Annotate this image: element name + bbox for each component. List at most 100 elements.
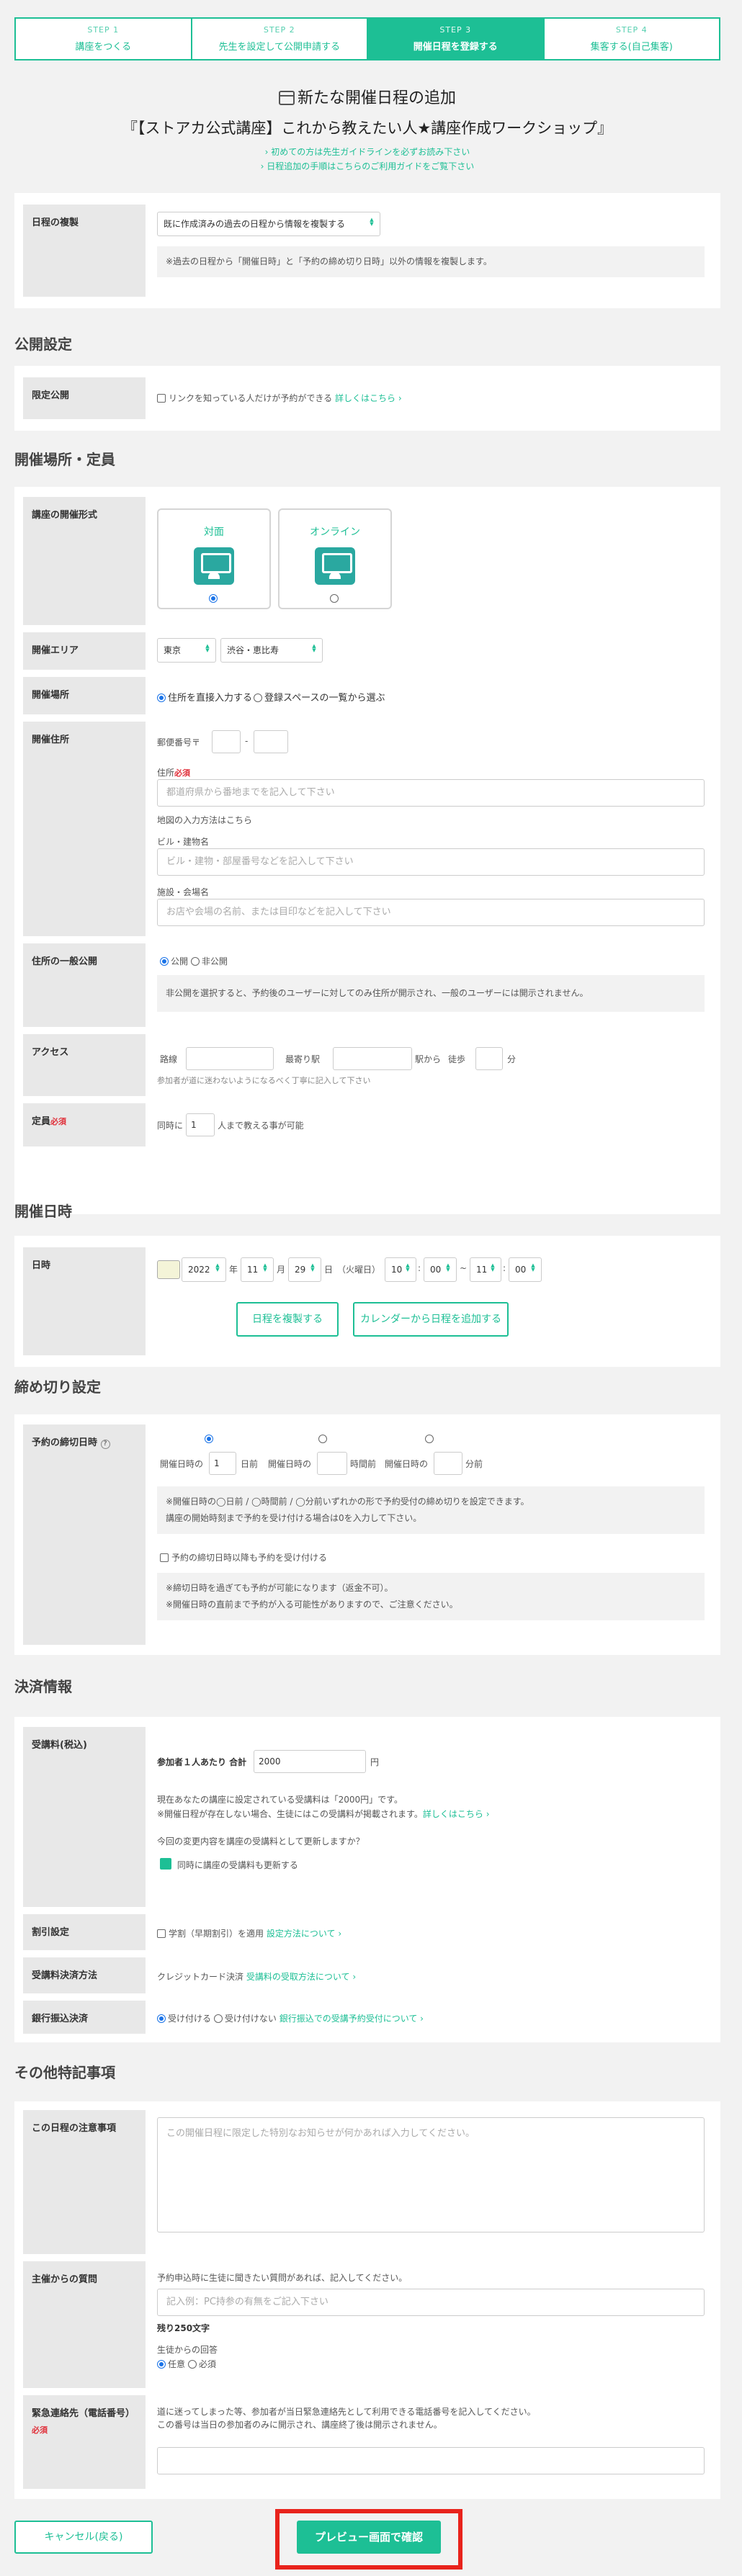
fee-input[interactable]: 2000	[254, 1750, 366, 1773]
deadline-prefix: 開催日時の	[385, 1459, 429, 1469]
question-description: 予約申込時に生徒に聞きたい質問があれば、記入してください。	[157, 2273, 408, 2283]
notes-textarea[interactable]: この開催日程に限定した特別なお知らせが何かあれば入力してください。	[157, 2117, 705, 2232]
calendar-picker-icon[interactable]	[157, 1260, 180, 1279]
credit-card-text: クレジットカード決済	[157, 1972, 244, 1982]
disclosure-public-radio[interactable]	[160, 957, 169, 966]
update-course-fee-option[interactable]: 同時に講座の受講料も更新する	[160, 1858, 298, 1871]
update-question: 今回の変更内容を講座の受講料として更新しますか？	[157, 1836, 365, 1846]
emergency-phone-input[interactable]	[157, 2447, 705, 2474]
answer-optional-radio[interactable]	[157, 2360, 166, 2369]
bank-reject-radio[interactable]	[213, 2014, 223, 2023]
station-input[interactable]	[333, 1047, 412, 1070]
limited-public-option[interactable]: リンクを知っている人だけが予約ができる 詳しくはこちら ›	[157, 392, 402, 404]
deadline-card: 予約の締切日時 ? 開催日時の 1 日前 開催日時の 時間前 開催日時の 分前 …	[14, 1414, 720, 1655]
preview-button[interactable]: プレビュー画面で確認	[297, 2521, 441, 2554]
step-4[interactable]: STEP 4 集客する(自己集客)	[545, 19, 720, 59]
format-label: 講座の開催形式	[23, 497, 146, 625]
calendar-icon	[278, 91, 295, 105]
usage-guide-link[interactable]: › 日程追加の手順はこちらのご利用ガイドをご覧下さい	[14, 160, 720, 172]
limited-public-label: 限定公開	[23, 377, 146, 419]
step-2[interactable]: STEP 2 先生を設定して公開申請する	[192, 19, 368, 59]
end-hour-select[interactable]: 11	[470, 1257, 501, 1282]
fee-details-link[interactable]: 詳しくはこちら	[423, 1809, 483, 1819]
place-direct-radio[interactable]	[157, 694, 166, 702]
step-3[interactable]: STEP 3 開催日程を登録する	[368, 19, 545, 59]
copy-schedule-select[interactable]: 既に作成済みの過去の日程から情報を複製する	[157, 212, 380, 236]
datetime-row: 日時 2022 年 11 月 29 日 （火曜日） 10 : 00 ~ 11 :…	[23, 1247, 712, 1355]
postal-code-second[interactable]	[254, 730, 288, 753]
deadline-prefix: 開催日時の	[268, 1459, 312, 1469]
accept-after-deadline-checkbox[interactable]	[160, 1553, 169, 1562]
area-city-select[interactable]: 渋谷・恵比寿	[220, 638, 323, 663]
place-row: 開催場所 住所を直接入力する 登録スペースの一覧から選ぶ	[23, 677, 712, 714]
station-label: 最寄り駅	[285, 1054, 321, 1064]
answer-required-radio[interactable]	[187, 2360, 197, 2369]
section-heading-venue: 開催場所・定員	[14, 451, 115, 468]
payment-method-row: 受講料決済方法 クレジットカード決済 受講料の受取方法について ›	[23, 1957, 712, 1993]
deadline-days-input[interactable]: 1	[209, 1452, 236, 1475]
fee-note-default: ※開催日程が存在しない場合、生徒にはこの受講料が掲載されます。詳しくはこちら ›	[157, 1809, 490, 1819]
deadline-days-radio[interactable]	[205, 1435, 213, 1443]
start-hour-select[interactable]: 10	[385, 1257, 416, 1282]
limited-public-checkbox[interactable]	[157, 394, 166, 403]
bank-transfer-options: 受け付ける 受け付けない 銀行振込での受講予約受付について ›	[157, 2012, 424, 2024]
required-badge: 必須	[174, 768, 191, 778]
step-number: STEP 3	[439, 25, 472, 35]
format-option-inperson[interactable]: 対面	[157, 508, 271, 609]
limited-public-link[interactable]: 詳しくはこちら	[335, 393, 395, 403]
month-select[interactable]: 11	[241, 1257, 274, 1282]
update-course-fee-checkbox[interactable]	[160, 1858, 171, 1870]
deadline-hours-radio[interactable]	[318, 1435, 327, 1443]
notes-label: この日程の注意事項	[23, 2110, 146, 2254]
answer-required-text: 必須	[198, 2359, 216, 2369]
building-input[interactable]: ビル・建物・部屋番号などを記入して下さい	[157, 848, 705, 876]
discount-settings-link[interactable]: 設定方法について	[267, 1929, 336, 1939]
required-badge: 必須	[50, 1117, 67, 1126]
format-online-title: オンライン	[310, 526, 360, 538]
discount-checkbox[interactable]	[157, 1929, 166, 1938]
question-input[interactable]: 記入例：PC持参の有無をご記入下さい	[157, 2289, 705, 2316]
bank-transfer-link[interactable]: 銀行振込での受講予約受付について	[280, 2014, 418, 2024]
format-option-online[interactable]: オンライン	[278, 508, 392, 609]
day-select[interactable]: 29	[288, 1257, 321, 1282]
section-heading-deadline: 締め切り設定	[14, 1378, 101, 1396]
accept-after-deadline-option[interactable]: 予約の締切日時以降も予約を受け付ける	[160, 1551, 327, 1563]
step-1[interactable]: STEP 1 講座をつくる	[16, 19, 192, 59]
discount-option[interactable]: 学割（早期割引）を適用 設定方法について ›	[157, 1927, 341, 1939]
walk-minutes-input[interactable]	[475, 1047, 503, 1070]
limited-public-row: 限定公開 リンクを知っている人だけが予約ができる 詳しくはこちら ›	[23, 377, 712, 419]
deadline-minutes-unit: 分前	[465, 1459, 483, 1469]
end-minute-select[interactable]: 00	[509, 1257, 542, 1282]
capacity-input[interactable]: 1	[186, 1113, 215, 1136]
deadline-hours-input[interactable]	[317, 1452, 347, 1475]
line-input[interactable]	[186, 1047, 274, 1070]
guideline-link[interactable]: › 初めての方は先生ガイドラインを必ずお読み下さい	[14, 145, 720, 158]
venue-card: 講座の開催形式 対面 オンライン 開催エリア 東京 渋谷・恵比寿	[14, 487, 720, 1214]
datetime-card: 日時 2022 年 11 月 29 日 （火曜日） 10 : 00 ~ 11 :…	[14, 1236, 720, 1367]
deadline-label: 予約の締切日時 ?	[23, 1424, 146, 1645]
map-guide-link[interactable]: 地図の入力方法はこちら	[157, 814, 252, 826]
deadline-minutes-radio[interactable]	[425, 1435, 434, 1443]
add-from-calendar-button[interactable]: カレンダーから日程を追加する	[353, 1302, 509, 1337]
disclosure-private-radio[interactable]	[190, 957, 200, 966]
format-online-radio[interactable]	[329, 594, 339, 603]
help-icon[interactable]: ?	[100, 1440, 110, 1449]
deadline-minutes-input[interactable]	[434, 1452, 462, 1475]
postal-code-first[interactable]	[212, 730, 241, 753]
area-prefecture-select[interactable]: 東京	[157, 638, 216, 663]
address-input[interactable]: 都道府県から番地までを記入して下さい	[157, 779, 705, 807]
step-number: STEP 1	[87, 25, 120, 35]
accept-after-deadline-text: 予約の締切日時以降も予約を受け付ける	[171, 1553, 328, 1563]
cancel-button[interactable]: キャンセル(戻る)	[14, 2521, 153, 2554]
capacity-row: 定員必須 同時に 1 人まで教える事が可能	[23, 1103, 712, 1146]
day-unit: 日	[324, 1265, 334, 1275]
payment-method-link[interactable]: 受講料の受取方法について	[246, 1972, 350, 1982]
step-label: 先生を設定して公開申請する	[218, 42, 341, 53]
bank-accept-radio[interactable]	[157, 2014, 166, 2023]
year-select[interactable]: 2022	[182, 1257, 226, 1282]
facility-input[interactable]: お店や会場の名前、または目印などを記入して下さい	[157, 899, 705, 926]
format-inperson-radio[interactable]	[208, 594, 218, 603]
start-minute-select[interactable]: 00	[424, 1257, 457, 1282]
copy-date-button[interactable]: 日程を複製する	[236, 1302, 339, 1337]
place-registered-radio[interactable]	[254, 694, 263, 702]
